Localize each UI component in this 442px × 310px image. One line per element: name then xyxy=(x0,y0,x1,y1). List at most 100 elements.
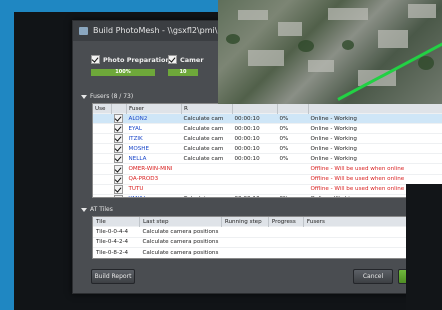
time-cell xyxy=(232,183,278,195)
step-cell: Calculate cam xyxy=(181,193,233,197)
step-cell: Calculate cam xyxy=(181,133,233,144)
fuser-name: YANIV xyxy=(126,193,182,197)
percent-cell: 0% xyxy=(277,133,309,144)
fuser-row[interactable]: TUTU Offline - Will be used when online xyxy=(93,183,442,195)
tile-row[interactable]: Tile-0-0-4-4 Calculate camera positions xyxy=(93,226,442,237)
column-header-tile[interactable]: Tile xyxy=(93,217,140,227)
last-step-cell: Calculate camera positions xyxy=(139,236,222,248)
tile-cell: Tile-0-4-2-4 xyxy=(93,236,140,248)
time-cell: 00:00:10 xyxy=(232,112,278,124)
tile-row[interactable]: Tile-0-8-2-4 Calculate camera positions xyxy=(93,247,442,258)
use-cell xyxy=(93,163,112,175)
step-cell xyxy=(181,183,233,195)
column-header-check[interactable] xyxy=(111,104,127,114)
fusers-table: Use Fuser R ALON2 Calculate cam 00:00:10 0%… xyxy=(92,103,442,198)
stage-label: Camer xyxy=(180,55,204,64)
progress-cell xyxy=(268,247,304,258)
use-cell xyxy=(93,183,112,195)
status-cell: Online - Working xyxy=(308,143,442,154)
checkbox-icon[interactable] xyxy=(113,114,123,124)
use-cell xyxy=(93,143,112,154)
column-header-running-step[interactable]: Running step xyxy=(221,217,269,227)
tile-cell: Tile-0-8-2-4 xyxy=(93,247,140,258)
step-cell xyxy=(181,173,233,185)
window-title: Build PhotoMesh - \\gsxfl2\pmi\ xyxy=(93,26,218,35)
status-cell: Online - Working xyxy=(308,153,442,164)
column-header-progress[interactable]: Progress xyxy=(268,217,304,227)
app-icon xyxy=(79,27,88,35)
progress-bar-photo-preparation: 100% xyxy=(91,69,155,76)
progress-cell xyxy=(268,226,304,237)
step-cell: Calculate cam xyxy=(181,123,233,134)
column-header-use[interactable]: Use xyxy=(93,104,112,114)
checkbox-cell xyxy=(111,183,127,195)
percent-cell xyxy=(277,163,309,175)
checkbox-cell xyxy=(111,193,127,197)
running-step-cell xyxy=(221,247,269,258)
checkbox-icon[interactable] xyxy=(113,154,123,164)
fuser-row[interactable]: OMER-WIN-MINI Offline - Will be used when… xyxy=(93,163,442,175)
percent-cell: 0% xyxy=(277,143,309,154)
checkbox-cell xyxy=(111,163,127,175)
fuser-row[interactable]: YANIVCalculate cam00:00:100%Online - Wor… xyxy=(93,193,442,197)
fuser-name: MOSHE xyxy=(126,143,182,154)
status-cell: Online - Working xyxy=(308,133,442,144)
checkbox-icon[interactable] xyxy=(168,55,177,64)
use-cell xyxy=(93,133,112,144)
tile-cell: Tile-0-0-4-4 xyxy=(93,226,140,237)
fuser-row[interactable]: EYAL Calculate cam 00:00:10 0% Online - Work… xyxy=(93,123,442,134)
step-cell: Calculate cam xyxy=(181,112,233,124)
build-report-button[interactable]: Build Report xyxy=(91,269,135,284)
checkbox-icon[interactable] xyxy=(113,194,123,197)
column-header-time[interactable] xyxy=(232,104,278,114)
time-cell: 00:00:10 xyxy=(232,193,278,197)
fuser-row[interactable]: NELLA Calculate cam 00:00:10 0% Online - Wor… xyxy=(93,153,442,164)
time-cell: 00:00:10 xyxy=(232,143,278,154)
checkbox-icon[interactable] xyxy=(113,124,123,134)
fuser-row[interactable]: QA-PROD3 Offline - Will be used when onli… xyxy=(93,173,442,185)
time-cell: 00:00:10 xyxy=(232,123,278,134)
checkbox-icon[interactable] xyxy=(91,55,100,64)
fuser-name: OMER-WIN-MINI xyxy=(126,163,182,175)
step-cell: Calculate cam xyxy=(181,143,233,154)
column-header-last-step[interactable]: Last step xyxy=(139,217,222,227)
checkbox-icon[interactable] xyxy=(113,164,123,174)
column-header-status[interactable] xyxy=(308,104,442,114)
column-header-pct[interactable] xyxy=(277,104,309,114)
status-cell: Online - Working xyxy=(308,123,442,134)
tiles-header-text: AT Tiles xyxy=(90,206,113,213)
tiles-section-header[interactable]: AT Tiles xyxy=(81,206,113,213)
use-cell xyxy=(93,173,112,185)
checkbox-cell xyxy=(111,133,127,144)
column-header-fuser[interactable]: Fuser xyxy=(126,104,182,114)
aerial-map-preview xyxy=(218,0,442,104)
fuser-row[interactable]: ITZIK Calculate cam 00:00:10 0% Online - Wor… xyxy=(93,133,442,144)
time-cell: 00:00:10 xyxy=(232,153,278,164)
column-header-r[interactable]: R xyxy=(181,104,233,114)
stage-camera[interactable]: Camer xyxy=(168,55,204,64)
cancel-button[interactable]: Cancel xyxy=(353,269,393,284)
stage-photo-preparation[interactable]: Photo Preparation xyxy=(91,55,170,64)
fusers-header-text: Fusers (8 / 73) xyxy=(90,93,134,100)
checkbox-icon[interactable] xyxy=(113,144,123,154)
fuser-name: ITZIK xyxy=(126,133,182,144)
tile-row[interactable]: Tile-0-4-2-4 Calculate camera positions xyxy=(93,236,442,248)
time-cell: 00:00:10 xyxy=(232,133,278,144)
fusers-section-header[interactable]: Fusers (8 / 73) xyxy=(81,93,133,100)
step-cell xyxy=(181,163,233,175)
fuser-row[interactable]: MOSHE Calculate cam 00:00:10 0% Online - Wor… xyxy=(93,143,442,154)
fuser-name: TUTU xyxy=(126,183,182,195)
step-cell: Calculate cam xyxy=(181,153,233,164)
percent-cell: 0% xyxy=(277,153,309,164)
checkbox-icon[interactable] xyxy=(113,184,123,194)
fuser-name: NELLA xyxy=(126,153,182,164)
percent-cell: 0% xyxy=(277,112,309,124)
use-cell xyxy=(93,123,112,134)
checkbox-icon[interactable] xyxy=(113,134,123,144)
checkbox-icon[interactable] xyxy=(113,174,123,184)
percent-cell: 0% xyxy=(277,123,309,134)
blank-panel xyxy=(406,184,442,310)
fuser-name: QA-PROD3 xyxy=(126,173,182,185)
percent-cell: 0% xyxy=(277,193,309,197)
fuser-row[interactable]: ALON2 Calculate cam 00:00:10 0% Online - Wor… xyxy=(93,112,442,124)
